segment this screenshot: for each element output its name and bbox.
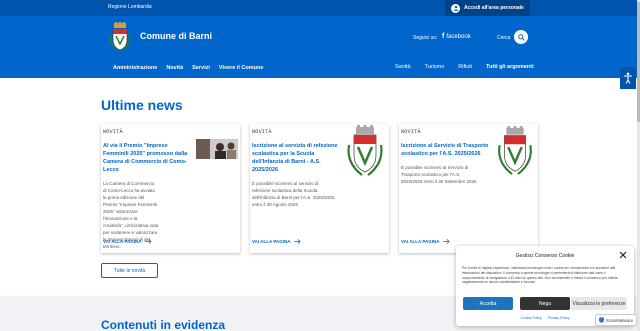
privacy-policy-link[interactable]: Privacy Policy: [548, 316, 570, 320]
news-card-2[interactable]: NOVITÀ Iscrizione al servizio di refezio…: [250, 124, 389, 253]
nav-item-novita[interactable]: Novità: [166, 65, 183, 71]
scanmalware-badge[interactable]: ScanMalware: [595, 314, 637, 326]
card-coat-of-arms-image: [498, 126, 532, 175]
accessibility-icon: [624, 72, 632, 84]
login-label: Accedi all'area personale: [464, 5, 524, 11]
facebook-icon: f: [442, 33, 445, 40]
deny-button[interactable]: Nega: [520, 297, 570, 310]
search-icon: [517, 33, 525, 41]
search-label: Cerca: [497, 35, 511, 41]
card-image: [196, 139, 238, 159]
region-link[interactable]: Regione Lombardia: [108, 4, 152, 10]
nav-item-rifiuti[interactable]: Rifiuti: [458, 64, 472, 70]
search-button[interactable]: [514, 30, 528, 44]
all-news-button[interactable]: Tutte le novità: [101, 263, 158, 278]
card-description: È possibile iscriversi al Servizio di Tr…: [401, 165, 477, 184]
cookie-policy-link[interactable]: Cookie Policy: [520, 316, 541, 320]
main-nav: Amministrazione Novità Servizi Vivere il…: [113, 65, 263, 71]
secondary-nav: Sanità Turismo Rifiuti Tutti gli argomen…: [395, 64, 534, 70]
card-more-link[interactable]: VAI ALLA PAGINA: [103, 239, 152, 244]
card-title[interactable]: Al via il Premio "Imprese Femminili 2025…: [103, 142, 191, 174]
cookie-title: Gestisci Consenso Cookie: [515, 253, 575, 259]
follow-label: Seguici su:: [413, 35, 438, 41]
card-category: NOVITÀ: [401, 129, 421, 135]
arrow-right-icon: [144, 239, 152, 244]
facebook-label: facebook: [446, 33, 471, 40]
shield-icon: [598, 317, 604, 323]
card-description: È possibile iscriversi al servizio di re…: [252, 181, 336, 207]
nav-item-amministrazione[interactable]: Amministrazione: [113, 65, 157, 71]
facebook-link[interactable]: f facebook: [442, 33, 471, 40]
site-name[interactable]: Comune di Barni: [140, 31, 212, 41]
card-category: NOVITÀ: [103, 129, 123, 135]
badge-label: ScanMalware: [605, 317, 634, 323]
card-category: NOVITÀ: [252, 129, 272, 135]
arrow-right-icon: [442, 239, 450, 244]
card-title[interactable]: Iscrizione al servizio di refezione scol…: [252, 142, 340, 174]
more-label: VAI ALLA PAGINA: [103, 239, 142, 244]
card-more-link[interactable]: VAI ALLA PAGINA: [252, 239, 301, 244]
top-bar: Regione Lombardia Accedi all'area person…: [0, 0, 640, 16]
nav-item-servizi[interactable]: Servizi: [192, 65, 210, 71]
nav-item-tutti-argomenti[interactable]: Tutti gli argomenti: [486, 64, 534, 70]
nav-item-turismo[interactable]: Turismo: [425, 64, 445, 70]
card-more-link[interactable]: VAI ALLA PAGINA: [401, 239, 450, 244]
site-header: [0, 16, 640, 78]
more-label: VAI ALLA PAGINA: [252, 239, 291, 244]
preferences-button[interactable]: Visualizza le preferenze: [571, 297, 627, 310]
cookie-body: Per fornire le migliori esperienze, util…: [462, 266, 618, 285]
accept-button[interactable]: Accetta: [463, 297, 513, 310]
accessibility-button[interactable]: [620, 67, 636, 89]
nav-item-sanita[interactable]: Sanità: [395, 64, 411, 70]
more-label: VAI ALLA PAGINA: [401, 239, 440, 244]
close-icon[interactable]: [619, 251, 627, 259]
news-card-3[interactable]: NOVITÀ Iscrizione al Servizio di Traspor…: [399, 124, 538, 253]
news-card-1[interactable]: NOVITÀ Al via il Premio "Imprese Femmini…: [101, 124, 240, 253]
featured-section-title: Contenuti in evidenza: [101, 318, 226, 331]
user-icon: [451, 3, 460, 13]
news-section-title: Ultime news: [101, 97, 183, 113]
login-button[interactable]: Accedi all'area personale: [445, 0, 530, 16]
card-coat-of-arms-image: [347, 125, 383, 176]
nav-item-vivere[interactable]: Vivere il Comune: [219, 65, 264, 71]
arrow-right-icon: [293, 239, 301, 244]
coat-of-arms-logo[interactable]: [108, 22, 132, 52]
card-title[interactable]: Iscrizione al Servizio di Trasporto scol…: [401, 142, 491, 158]
